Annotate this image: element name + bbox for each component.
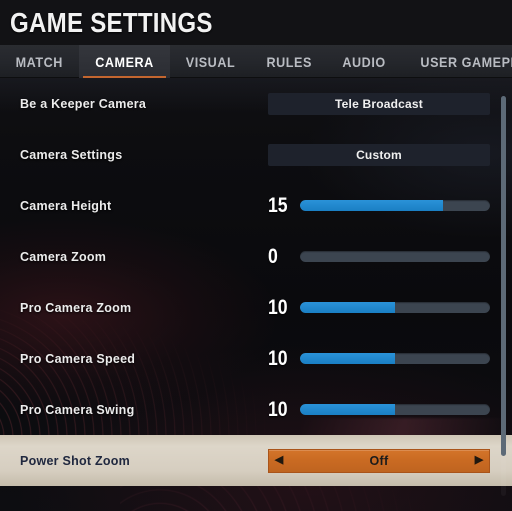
settings-row-label: Camera Settings [20,147,123,162]
slider-value: 10 [268,296,288,319]
slider-value: 10 [268,398,288,421]
slider-value: 15 [268,194,288,217]
tab-camera[interactable]: CAMERA [78,45,170,78]
settings-row[interactable]: Be a Keeper Camera Tele Broadcast [0,78,512,129]
option-stepper-value: Off [369,453,389,468]
settings-row-control: 0 [268,246,490,267]
slider-track[interactable] [300,404,490,415]
settings-row-label: Camera Height [20,198,112,213]
slider-fill [300,353,395,364]
settings-row[interactable]: Pro Camera Zoom 10 [0,282,512,333]
settings-row-control: 10 [268,348,490,369]
slider-track[interactable] [300,251,490,262]
tab-rules[interactable]: RULES [251,45,327,78]
settings-row[interactable]: Camera Height 15 [0,180,512,231]
settings-row-label: Pro Camera Zoom [20,300,132,315]
chevron-right-icon[interactable]: ▶ [469,455,489,466]
tab-audio[interactable]: AUDIO [327,45,401,78]
settings-row-control: 10 [268,399,490,420]
settings-row-label: Be a Keeper Camera [20,96,147,111]
settings-row-label: Power Shot Zoom [20,453,130,468]
header-bar: GAME SETTINGS [0,0,512,45]
option-select[interactable]: Custom [268,143,490,166]
settings-row-label: Pro Camera Swing [20,402,135,417]
scrollbar-track[interactable] [501,96,506,496]
tab-match[interactable]: MATCH [0,45,79,78]
tab-user-gameplay[interactable]: USER GAMEPLAY [401,45,512,78]
tab-label: MATCH [15,53,63,70]
settings-row[interactable]: Camera Zoom 0 [0,231,512,282]
settings-row-control: ◀ Off ▶ [268,448,490,473]
slider-fill [300,200,443,211]
chevron-left-icon[interactable]: ◀ [269,455,289,466]
tab-label: VISUAL [185,53,235,70]
slider-fill [300,302,395,313]
page-title: GAME SETTINGS [10,6,213,38]
option-select-value: Tele Broadcast [335,96,423,111]
settings-row[interactable]: Pro Camera Swing 10 [0,384,512,435]
option-stepper[interactable]: ◀ Off ▶ [268,448,490,473]
slider-fill [300,404,395,415]
settings-row-label: Camera Zoom [20,249,107,264]
scrollbar-thumb[interactable] [501,96,506,456]
slider-track[interactable] [300,302,490,313]
settings-row-control: 15 [268,195,490,216]
tab-label: CAMERA [94,53,154,70]
slider-track[interactable] [300,200,490,211]
settings-row-control: 10 [268,297,490,318]
tab-visual[interactable]: VISUAL [170,45,251,78]
slider-track[interactable] [300,353,490,364]
tab-bar: MATCH CAMERA VISUAL RULES AUDIO USER GAMEPLAY [0,45,512,78]
tab-label: RULES [266,53,312,70]
settings-row[interactable]: Camera Settings Custom [0,129,512,180]
settings-row-label: Pro Camera Speed [20,351,136,366]
slider-value: 0 [268,245,278,268]
slider-value: 10 [268,347,288,370]
settings-row[interactable]: Pro Camera Speed 10 [0,333,512,384]
tab-label: USER GAMEPLAY [420,53,512,70]
option-select[interactable]: Tele Broadcast [268,92,490,115]
tab-label: AUDIO [342,53,386,70]
settings-row-control: Custom [268,143,490,166]
settings-list: Be a Keeper Camera Tele Broadcast Camera S… [0,78,512,511]
settings-row-control: Tele Broadcast [268,92,490,115]
settings-row[interactable]: Power Shot Zoom ◀ Off ▶ [0,435,512,486]
option-select-value: Custom [356,147,402,162]
